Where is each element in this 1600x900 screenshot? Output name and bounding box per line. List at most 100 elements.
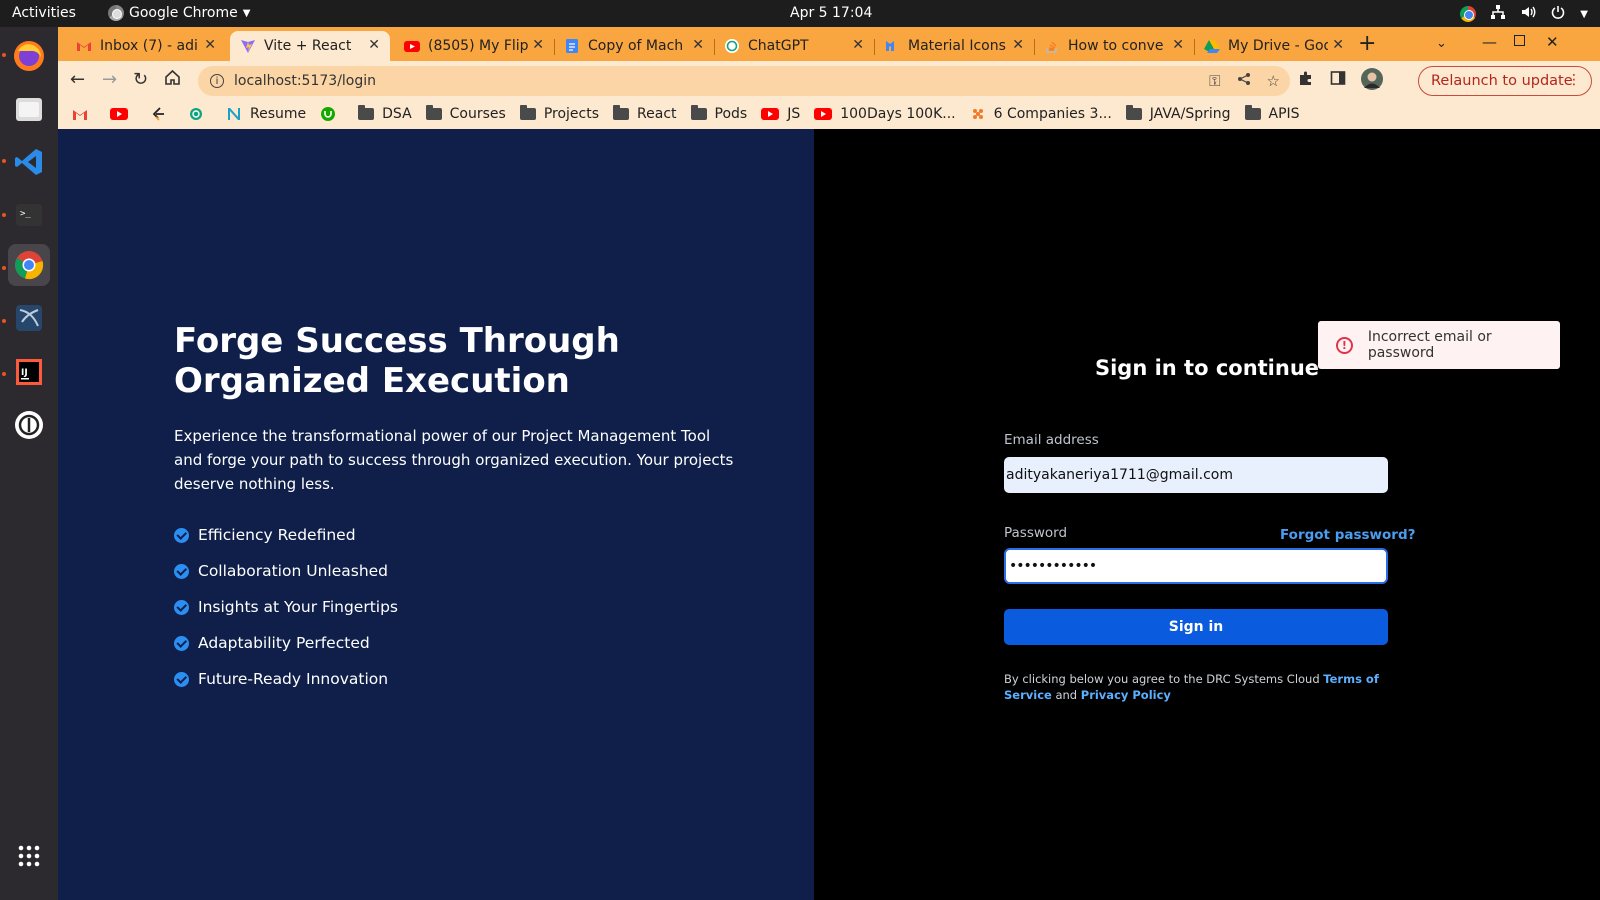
bookmark-folder-apis[interactable]: APIS bbox=[1244, 105, 1300, 122]
bookmark-js[interactable]: JS bbox=[761, 106, 800, 122]
bookmark-star-icon[interactable]: ☆ bbox=[1267, 72, 1280, 90]
close-icon[interactable]: ✕ bbox=[204, 37, 216, 53]
hero-title: Forge Success Through Organized Executio… bbox=[174, 321, 620, 401]
close-icon[interactable]: ✕ bbox=[1172, 37, 1184, 53]
tab-drive[interactable]: My Drive - Goo ✕ bbox=[1194, 31, 1354, 61]
hero-panel: Forge Success Through Organized Executio… bbox=[58, 129, 814, 900]
privacy-policy-link[interactable]: Privacy Policy bbox=[1081, 688, 1171, 702]
maximize-button[interactable] bbox=[1514, 35, 1525, 46]
chrome-dock-icon[interactable] bbox=[8, 244, 50, 286]
volume-icon[interactable] bbox=[1520, 4, 1536, 24]
vscode-icon[interactable] bbox=[8, 141, 50, 183]
bookmark-leetcode[interactable] bbox=[150, 107, 174, 121]
system-tray[interactable]: ▼ bbox=[1460, 4, 1588, 24]
chatgpt-icon bbox=[724, 38, 740, 54]
running-indicator bbox=[2, 53, 6, 57]
minimize-button[interactable]: — bbox=[1482, 33, 1497, 51]
show-apps-icon[interactable] bbox=[8, 835, 50, 877]
intellij-icon[interactable]: IJ bbox=[8, 351, 50, 393]
new-tab-button[interactable]: + bbox=[1358, 31, 1376, 56]
tab-gmail[interactable]: Inbox (7) - adi ✕ bbox=[66, 31, 226, 61]
close-window-button[interactable]: ✕ bbox=[1546, 33, 1559, 51]
folder-icon bbox=[1244, 105, 1261, 120]
mysql-workbench-icon[interactable] bbox=[8, 297, 50, 339]
firefox-icon[interactable] bbox=[8, 35, 50, 77]
power-icon[interactable] bbox=[1550, 4, 1566, 24]
gmail-icon bbox=[73, 110, 87, 120]
error-toast[interactable]: ! Incorrect email or password bbox=[1318, 321, 1560, 369]
app-menu[interactable]: Google Chrome ▼ bbox=[108, 5, 250, 21]
bookmark-resume[interactable]: Resume bbox=[226, 106, 306, 122]
clock[interactable]: Apr 5 17:04 bbox=[790, 5, 872, 21]
bookmark-100days[interactable]: 100Days 100K... bbox=[814, 106, 956, 122]
bookmark-folder-projects[interactable]: Projects bbox=[519, 105, 599, 122]
bookmark-folder-dsa[interactable]: DSA bbox=[358, 105, 412, 122]
bookmark-6-companies[interactable]: 6 Companies 3... bbox=[970, 106, 1112, 122]
profile-avatar[interactable] bbox=[1360, 67, 1384, 96]
bookmark-chatgpt[interactable] bbox=[188, 107, 212, 121]
share-icon[interactable] bbox=[1237, 72, 1251, 90]
chevron-down-icon[interactable]: ▼ bbox=[1580, 9, 1588, 20]
forward-button[interactable]: → bbox=[102, 69, 117, 90]
error-icon: ! bbox=[1336, 336, 1353, 354]
more-vert-icon: ⋮ bbox=[1567, 72, 1581, 88]
bookmark-gmail[interactable] bbox=[72, 107, 96, 121]
check-circle-icon bbox=[174, 671, 189, 687]
tab-material-icons[interactable]: Material Icons ✕ bbox=[874, 31, 1034, 61]
dock: >_ IJ bbox=[0, 27, 58, 900]
tab-stackoverflow[interactable]: How to conve ✕ bbox=[1034, 31, 1194, 61]
forgot-password-link[interactable]: Forgot password? bbox=[1280, 527, 1415, 543]
tab-vite-react[interactable]: Vite + React ✕ bbox=[230, 31, 390, 61]
running-indicator bbox=[2, 159, 6, 163]
network-icon[interactable] bbox=[1490, 4, 1506, 24]
bookmark-folder-java-spring[interactable]: JAVA/Spring bbox=[1125, 105, 1231, 122]
close-icon[interactable]: ✕ bbox=[532, 37, 544, 53]
bookmark-folder-courses[interactable]: Courses bbox=[425, 105, 506, 122]
youtube-icon bbox=[761, 108, 780, 120]
close-icon[interactable]: ✕ bbox=[368, 37, 380, 53]
sign-in-button[interactable]: Sign in bbox=[1004, 609, 1388, 645]
stackoverflow-icon bbox=[1044, 38, 1060, 54]
email-field[interactable] bbox=[1004, 457, 1388, 493]
back-button[interactable]: ← bbox=[70, 69, 85, 90]
browser-toolbar: ← → ↻ i localhost:5173/login ⚿ ☆ Relaunc… bbox=[58, 61, 1600, 99]
gmail-icon bbox=[76, 38, 92, 54]
extensions-icon[interactable] bbox=[1298, 70, 1314, 90]
site-info-icon[interactable]: i bbox=[210, 74, 224, 88]
close-icon[interactable]: ✕ bbox=[1332, 37, 1344, 53]
close-icon[interactable]: ✕ bbox=[692, 37, 704, 53]
running-indicator bbox=[2, 266, 6, 270]
bookmark-upwork[interactable] bbox=[320, 107, 344, 121]
activities-button[interactable]: Activities bbox=[12, 5, 76, 21]
side-panel-icon[interactable] bbox=[1330, 70, 1346, 91]
close-icon[interactable]: ✕ bbox=[852, 37, 864, 53]
password-label: Password bbox=[1004, 525, 1068, 541]
bookmark-youtube[interactable] bbox=[110, 108, 136, 120]
password-field[interactable] bbox=[1004, 548, 1388, 584]
running-indicator bbox=[2, 319, 6, 323]
postman-icon[interactable] bbox=[8, 404, 50, 446]
files-icon[interactable] bbox=[8, 88, 50, 130]
chrome-window: Inbox (7) - adi ✕ Vite + React ✕ (8505) … bbox=[58, 27, 1600, 900]
reload-button[interactable]: ↻ bbox=[133, 69, 148, 90]
key-icon[interactable]: ⚿ bbox=[1209, 72, 1220, 90]
tab-chatgpt[interactable]: ChatGPT ✕ bbox=[714, 31, 874, 61]
tab-docs[interactable]: Copy of Mach ✕ bbox=[554, 31, 714, 61]
relaunch-label: Relaunch to update bbox=[1431, 73, 1573, 89]
drive-icon bbox=[1204, 38, 1220, 54]
running-indicator bbox=[2, 213, 6, 217]
terminal-icon[interactable]: >_ bbox=[8, 194, 50, 236]
home-button[interactable] bbox=[164, 69, 181, 91]
bookmark-folder-react[interactable]: React bbox=[613, 105, 677, 122]
caret-down-icon: ▼ bbox=[242, 7, 251, 19]
url-text[interactable]: localhost:5173/login bbox=[234, 73, 376, 89]
tab-youtube[interactable]: (8505) My Flip ✕ bbox=[394, 31, 554, 61]
chrome-tray-icon[interactable] bbox=[1460, 6, 1477, 22]
hackerrank-icon bbox=[972, 109, 983, 119]
close-icon[interactable]: ✕ bbox=[1012, 37, 1024, 53]
address-bar[interactable]: i localhost:5173/login ⚿ ☆ bbox=[198, 66, 1290, 96]
relaunch-to-update-button[interactable]: Relaunch to update ⋮ bbox=[1418, 66, 1592, 96]
youtube-icon bbox=[110, 108, 128, 120]
tab-search-button[interactable]: ⌄ bbox=[1436, 36, 1447, 51]
bookmark-folder-pods[interactable]: Pods bbox=[690, 105, 747, 122]
